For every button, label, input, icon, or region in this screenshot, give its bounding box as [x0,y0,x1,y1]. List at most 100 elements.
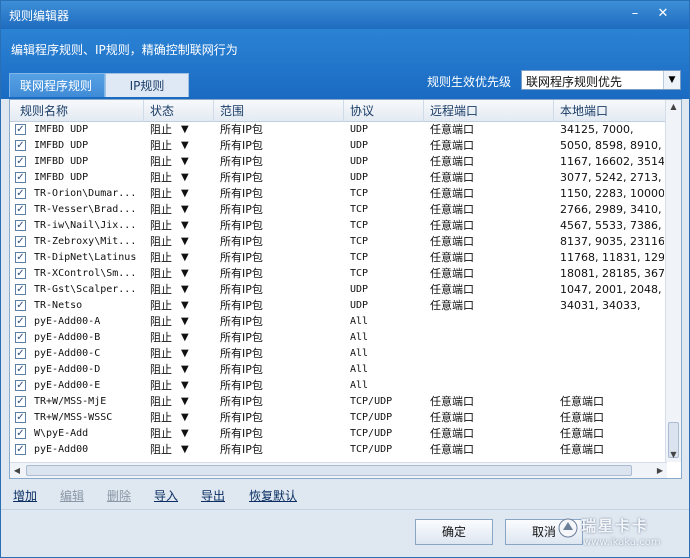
chevron-down-icon[interactable]: ▼ [181,138,189,154]
chevron-down-icon[interactable]: ▼ [181,298,189,314]
chevron-down-icon[interactable]: ▼ [181,122,189,138]
horizontal-scrollbar[interactable]: ◀ ▶ [10,462,667,478]
rule-status[interactable]: 阻止 ▼ [150,330,206,346]
rule-status[interactable]: 阻止 ▼ [150,394,206,410]
rule-status[interactable]: 阻止 ▼ [150,410,206,426]
chevron-down-icon[interactable]: ▼ [181,250,189,266]
scroll-up-icon[interactable]: ▲ [666,100,681,114]
restore-default-link[interactable]: 恢复默认 [249,487,297,504]
table-row[interactable]: ✓ pyE-Add00-D 阻止 ▼ 所有IP包 All [10,362,667,378]
rule-status[interactable]: 阻止 ▼ [150,122,206,138]
chevron-down-icon[interactable]: ▼ [181,154,189,170]
row-checkbox[interactable]: ✓ [15,236,26,247]
row-checkbox[interactable]: ✓ [15,396,26,407]
tab-ip-rules[interactable]: IP规则 [105,73,189,97]
chevron-down-icon[interactable]: ▼ [181,234,189,250]
table-row[interactable]: ✓ IMFBD UDP 阻止 ▼ 所有IP包 UDP 任意端口 5050, 8598, 891… [10,138,667,154]
column-header-local-port[interactable]: 本地端口 [554,100,667,122]
table-row[interactable]: ✓ IMFBD UDP 阻止 ▼ 所有IP包 UDP 任意端口 1167, 16602, 35… [10,154,667,170]
table-row[interactable]: ✓ W\pyE-Add 阻止 ▼ 所有IP包 TCP/UDP 任意端口 任意端口 [10,426,667,442]
rule-status[interactable]: 阻止 ▼ [150,218,206,234]
column-header-status[interactable]: 状态 [144,100,214,122]
row-checkbox[interactable]: ✓ [15,380,26,391]
row-checkbox[interactable]: ✓ [15,332,26,343]
table-row[interactable]: ✓ IMFBD UDP 阻止 ▼ 所有IP包 UDP 任意端口 34125, 7000, [10,122,667,138]
chevron-down-icon[interactable]: ▼ [181,218,189,234]
scroll-down-icon[interactable]: ▼ [666,448,681,462]
scroll-right-icon[interactable]: ▶ [653,463,667,478]
column-header-name[interactable]: 规则名称 [10,100,144,122]
export-link[interactable]: 导出 [201,487,225,504]
rule-status[interactable]: 阻止 ▼ [150,378,206,394]
chevron-down-icon[interactable]: ▼ [181,346,189,362]
table-row[interactable]: ✓ TR-XControl\Sm... 阻止 ▼ 所有IP包 TCP 任意端口 18081, … [10,266,667,282]
chevron-down-icon[interactable]: ▼ [181,186,189,202]
chevron-down-icon[interactable]: ▼ [181,362,189,378]
minimize-icon[interactable]: – [625,5,645,23]
row-checkbox[interactable]: ✓ [15,172,26,183]
row-checkbox[interactable]: ✓ [15,124,26,135]
table-row[interactable]: ✓ TR-Zebroxy\Mit... 阻止 ▼ 所有IP包 TCP 任意端口 8137, 9… [10,234,667,250]
table-row[interactable]: ✓ pyE-Add00-A 阻止 ▼ 所有IP包 All [10,314,667,330]
table-row[interactable]: ✓ pyE-Add00 阻止 ▼ 所有IP包 TCP/UDP 任意端口 任意端口 [10,442,667,458]
row-checkbox[interactable]: ✓ [15,316,26,327]
row-checkbox[interactable]: ✓ [15,412,26,423]
priority-select[interactable]: 联网程序规则优先 ▼ [521,70,681,90]
row-checkbox[interactable]: ✓ [15,220,26,231]
delete-link[interactable]: 删除 [107,487,131,504]
table-row[interactable]: ✓ pyE-Add00-B 阻止 ▼ 所有IP包 All [10,330,667,346]
chevron-down-icon[interactable]: ▼ [181,394,189,410]
row-checkbox[interactable]: ✓ [15,140,26,151]
title-bar[interactable]: 规则编辑器 – ✕ [1,1,689,29]
row-checkbox[interactable]: ✓ [15,300,26,311]
table-row[interactable]: ✓ TR-iw\Nail\Jix... 阻止 ▼ 所有IP包 TCP 任意端口 4567, 5… [10,218,667,234]
rule-status[interactable]: 阻止 ▼ [150,170,206,186]
chevron-down-icon[interactable]: ▼ [181,202,189,218]
rule-status[interactable]: 阻止 ▼ [150,186,206,202]
rule-status[interactable]: 阻止 ▼ [150,346,206,362]
column-header-remote-port[interactable]: 远程端口 [424,100,554,122]
tab-app-rules[interactable]: 联网程序规则 [9,73,105,97]
column-header-protocol[interactable]: 协议 [344,100,424,122]
chevron-down-icon[interactable]: ▼ [181,442,189,458]
chevron-down-icon[interactable]: ▼ [181,378,189,394]
rule-status[interactable]: 阻止 ▼ [150,266,206,282]
row-checkbox[interactable]: ✓ [15,364,26,375]
table-row[interactable]: ✓ TR-Gst\Scalper... 阻止 ▼ 所有IP包 UDP 任意端口 1047, 2… [10,282,667,298]
rule-status[interactable]: 阻止 ▼ [150,442,206,458]
rule-status[interactable]: 阻止 ▼ [150,282,206,298]
vertical-scrollbar[interactable]: ▲ ▼ [665,100,681,462]
scroll-left-icon[interactable]: ◀ [10,463,24,478]
column-header-scope[interactable]: 范围 [214,100,344,122]
chevron-down-icon[interactable]: ▼ [181,266,189,282]
table-row[interactable]: ✓ pyE-Add00-C 阻止 ▼ 所有IP包 All [10,346,667,362]
rule-status[interactable]: 阻止 ▼ [150,362,206,378]
import-link[interactable]: 导入 [154,487,178,504]
table-row[interactable]: ✓ TR-Netso 阻止 ▼ 所有IP包 UDP 任意端口 34031, 34033, [10,298,667,314]
table-row[interactable]: ✓ TR+W/MSS-MjE 阻止 ▼ 所有IP包 TCP/UDP 任意端口 任意端口 [10,394,667,410]
rule-status[interactable]: 阻止 ▼ [150,138,206,154]
close-icon[interactable]: ✕ [653,5,673,23]
chevron-down-icon[interactable]: ▼ [181,282,189,298]
table-row[interactable]: ✓ TR+W/MSS-WSSC 阻止 ▼ 所有IP包 TCP/UDP 任意端口 任意端口 [10,410,667,426]
add-link[interactable]: 增加 [13,487,37,504]
row-checkbox[interactable]: ✓ [15,188,26,199]
row-checkbox[interactable]: ✓ [15,444,26,455]
rule-status[interactable]: 阻止 ▼ [150,314,206,330]
row-checkbox[interactable]: ✓ [15,348,26,359]
table-row[interactable]: ✓ TR-Vesser\Brad... 阻止 ▼ 所有IP包 TCP 任意端口 2766, 2… [10,202,667,218]
ok-button[interactable]: 确定 [415,519,493,545]
horizontal-scroll-thumb[interactable] [26,465,632,476]
rule-status[interactable]: 阻止 ▼ [150,154,206,170]
row-checkbox[interactable]: ✓ [15,284,26,295]
table-row[interactable]: ✓ IMFBD UDP 阻止 ▼ 所有IP包 UDP 任意端口 3077, 5242, 271… [10,170,667,186]
row-checkbox[interactable]: ✓ [15,268,26,279]
chevron-down-icon[interactable]: ▼ [181,170,189,186]
chevron-down-icon[interactable]: ▼ [181,330,189,346]
row-checkbox[interactable]: ✓ [15,252,26,263]
row-checkbox[interactable]: ✓ [15,156,26,167]
chevron-down-icon[interactable]: ▼ [663,71,680,89]
rule-status[interactable]: 阻止 ▼ [150,426,206,442]
chevron-down-icon[interactable]: ▼ [181,410,189,426]
table-row[interactable]: ✓ TR-DipNet\Latinus 阻止 ▼ 所有IP包 TCP 任意端口 11768, … [10,250,667,266]
